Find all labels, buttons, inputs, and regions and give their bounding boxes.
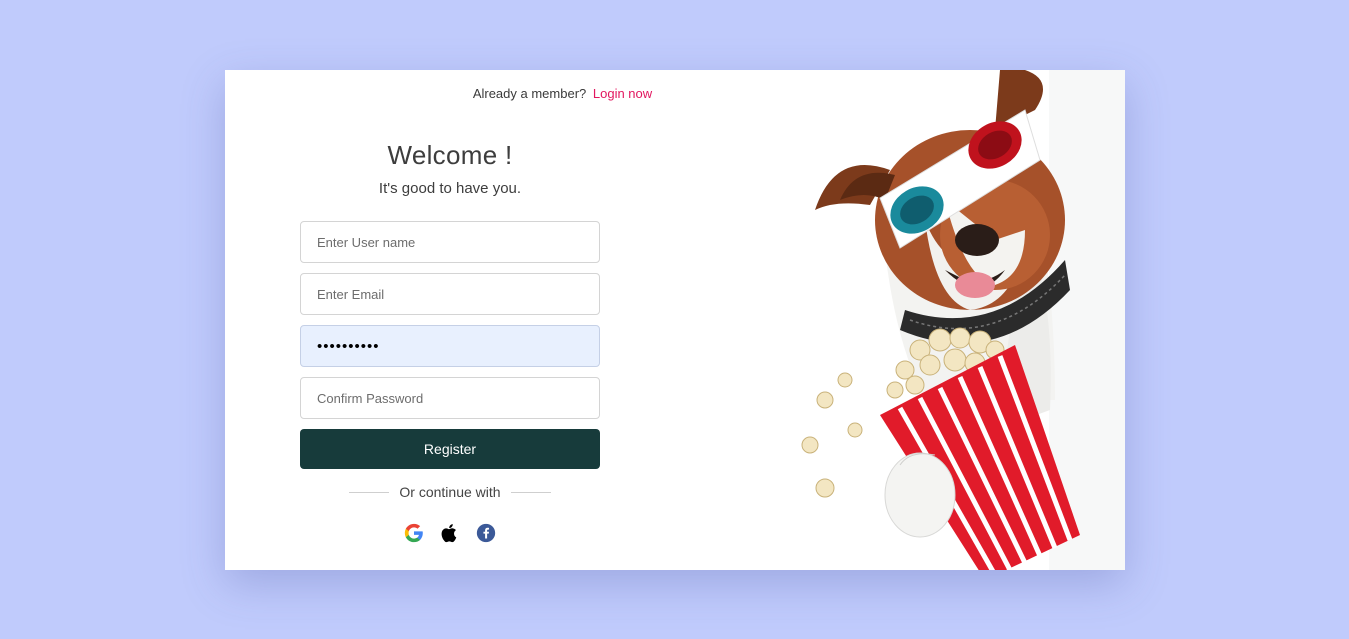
continue-divider: Or continue with <box>300 484 600 500</box>
apple-icon[interactable] <box>439 522 461 544</box>
password-input[interactable] <box>300 325 600 367</box>
divider-line-left <box>349 491 390 493</box>
member-line: Already a member? Login now <box>225 86 900 101</box>
email-input[interactable] <box>300 273 600 315</box>
login-link[interactable]: Login now <box>593 86 652 101</box>
google-icon[interactable] <box>403 522 425 544</box>
social-login-row <box>300 522 600 544</box>
register-card: Already a member? Login now Welcome ! It… <box>225 70 1125 570</box>
facebook-icon[interactable] <box>475 522 497 544</box>
member-text: Already a member? <box>472 86 587 101</box>
welcome-title: Welcome ! <box>387 140 513 170</box>
divider-text: Or continue with <box>399 484 501 500</box>
register-button[interactable]: Register <box>300 429 600 469</box>
divider-line-right <box>510 491 551 493</box>
confirm-password-input[interactable] <box>300 377 600 419</box>
username-input[interactable] <box>300 221 600 263</box>
dog-with-popcorn-illustration <box>801 70 1080 570</box>
welcome-subtitle: It's good to have you. <box>378 180 522 197</box>
